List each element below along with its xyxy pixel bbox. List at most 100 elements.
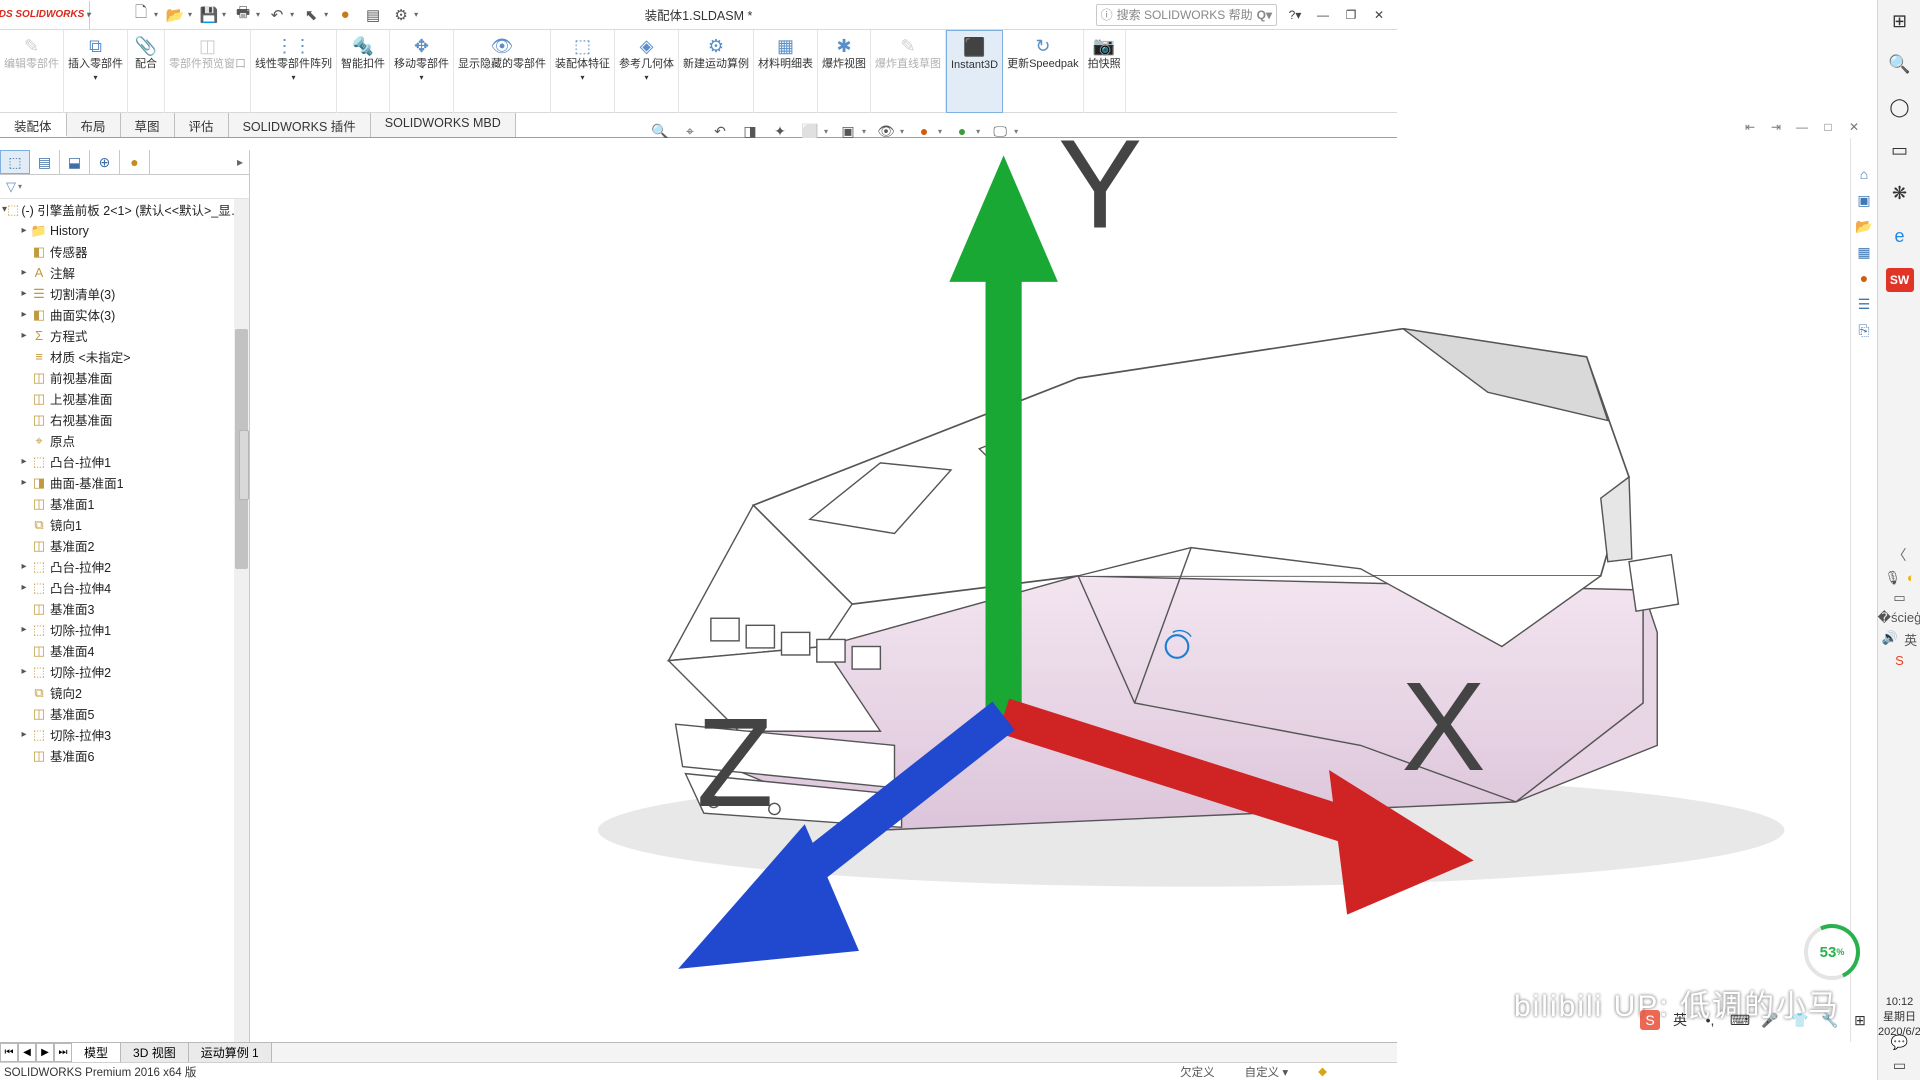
tree-item[interactable]: ◫前视基准面 [0,367,249,388]
doc-tab-motion[interactable]: 运动算例 1 [189,1043,272,1062]
print-icon[interactable]: 🖶 [232,4,254,26]
tray-wifi-icon[interactable]: �ścieģ [1878,610,1920,626]
tree-item[interactable]: ◫基准面6 [0,745,249,766]
ime-sogou-icon[interactable]: S [1640,1010,1660,1030]
tree-item[interactable]: ▸📁History [0,220,249,241]
fm-tab-tree[interactable]: ⬚ [0,150,30,174]
new-icon[interactable]: 🗋 [130,4,152,26]
ime-mic-icon[interactable]: 🎤 [1760,1010,1780,1030]
tab-nav-prev[interactable]: ◀ [18,1043,36,1062]
fm-tab-display[interactable]: ● [120,150,150,174]
tree-twisty[interactable]: ▸ [18,477,30,488]
tab-sketch[interactable]: 草图 [121,113,175,137]
tree-twisty[interactable]: ▸ [18,309,30,320]
ime-punct-icon[interactable]: •, [1700,1010,1720,1030]
tree-item[interactable]: ◫基准面3 [0,598,249,619]
tray-sogou-icon[interactable]: S [1895,653,1904,668]
tree-twisty[interactable]: ▸ [18,666,30,677]
feature-tree[interactable]: ▾ ⬚ (-) 引擎盖前板 2<1> (默认<<默认>_显… ^ ▸📁Histo… [0,199,250,1042]
action-center-icon[interactable]: ▭ [1893,1057,1906,1074]
tray-collapse[interactable]: 〈 [1878,545,1920,565]
splitter-grip[interactable] [239,430,249,500]
start-icon[interactable]: ⊞ [1878,0,1920,43]
tab-layout[interactable]: 布局 [67,113,121,137]
tree-twisty[interactable]: ▸ [18,729,30,740]
tree-item[interactable]: ◫上视基准面 [0,388,249,409]
feature-manager-filter[interactable]: ▽▾ [0,175,250,199]
doc-tab-3dview[interactable]: 3D 视图 [121,1043,189,1062]
tree-twisty[interactable]: ▸ [18,624,30,635]
tree-twisty[interactable]: ▸ [18,330,30,341]
tree-item[interactable]: ◧传感器 [0,241,249,262]
minimize-icon[interactable]: — [1313,5,1333,25]
tray-mic-icon[interactable]: 🎙 [1884,570,1901,586]
doc-tab-model[interactable]: 模型 [72,1043,121,1062]
tree-item[interactable]: ≡材质 <未指定> [0,346,249,367]
rebuild-icon[interactable]: ● [334,4,356,26]
tree-item[interactable]: ▸◨曲面-基准面1 [0,472,249,493]
tab-assembly[interactable]: 装配体 [0,113,67,137]
tree-twisty[interactable]: ▸ [18,288,30,299]
tree-item[interactable]: ▸⬚切除-拉伸3 [0,724,249,745]
tree-twisty[interactable]: ▸ [18,561,30,572]
timeline-icon[interactable]: ▭ [1878,129,1920,172]
edge-icon[interactable]: e [1878,215,1920,258]
file-explorer-icon[interactable]: 📂 [1854,216,1874,236]
help-search[interactable]: ⓘ 搜索 SOLIDWORKS 帮助 Q▾ [1096,4,1277,26]
tree-item[interactable]: ▸A注解 [0,262,249,283]
taskview-icon[interactable]: ◯ [1878,86,1920,129]
copilot-icon[interactable]: ❋ [1878,172,1920,215]
ime-grid-icon[interactable]: ⊞ [1850,1010,1870,1030]
tree-twisty[interactable]: ▸ [18,267,30,278]
tree-item[interactable]: ◫右视基准面 [0,409,249,430]
tree-root[interactable]: ▾ ⬚ (-) 引擎盖前板 2<1> (默认<<默认>_显… ^ [0,199,249,220]
tab-nav-next[interactable]: ▶ [36,1043,54,1062]
options-icon[interactable]: ▤ [362,4,384,26]
tree-item[interactable]: ▸◧曲面实体(3) [0,304,249,325]
tree-item[interactable]: ⧉镜向2 [0,682,249,703]
tree-item[interactable]: ▸⬚切除-拉伸2 [0,661,249,682]
tree-item[interactable]: ▸☰切割清单(3) [0,283,249,304]
custom-props-icon[interactable]: ☰ [1854,294,1874,314]
restore-icon[interactable]: ❐ [1341,5,1361,25]
fm-tab-dim[interactable]: ⊕ [90,150,120,174]
settings-icon[interactable]: ⚙ [390,4,412,26]
tray-battery-icon[interactable]: ▭ [1893,590,1905,606]
design-library-icon[interactable]: ▣ [1854,190,1874,210]
fm-tab-property[interactable]: ▤ [30,150,60,174]
tab-evaluate[interactable]: 评估 [175,113,229,137]
tab-nav-first[interactable]: ⏮ [0,1043,18,1062]
tray-sync-icon[interactable]: ◐ [1907,570,1915,586]
tree-item[interactable]: ▸⬚切除-拉伸1 [0,619,249,640]
appearances-icon[interactable]: ● [1854,268,1874,288]
ime-lang-icon[interactable]: 英 [1670,1010,1690,1030]
tree-item[interactable]: ▸Σ方程式 [0,325,249,346]
view-palette-icon[interactable]: ▦ [1854,242,1874,262]
tree-twisty[interactable]: ▸ [18,582,30,593]
ime-tool-icon[interactable]: 🔧 [1820,1010,1840,1030]
tree-item[interactable]: ▸⬚凸台-拉伸1 [0,451,249,472]
tray-ime-icon[interactable]: 英 [1904,630,1917,649]
tree-item[interactable]: ◫基准面1 [0,493,249,514]
tree-item[interactable]: ◫基准面5 [0,703,249,724]
undo-icon[interactable]: ↶ [266,4,288,26]
tree-item[interactable]: ◫基准面4 [0,640,249,661]
ribbon-insert-component[interactable]: ⧉插入零部件▾ [64,30,128,113]
ribbon-mate[interactable]: 📎配合 [128,30,165,113]
ime-keyboard-icon[interactable]: ⌨ [1730,1010,1750,1030]
solidworks-taskbar-icon[interactable]: SW [1878,258,1920,301]
tree-item[interactable]: ⌖原点 [0,430,249,451]
tree-item[interactable]: ⧉镜向1 [0,514,249,535]
tree-item[interactable]: ▸⬚凸台-拉伸4 [0,577,249,598]
status-flag-icon[interactable]: ◆ [1318,1064,1327,1080]
tree-twisty[interactable]: ▸ [18,225,30,236]
ime-skin-icon[interactable]: 👕 [1790,1010,1810,1030]
tab-nav-last[interactable]: ⏭ [54,1043,72,1062]
tree-twisty[interactable]: ▸ [18,456,30,467]
tree-item[interactable]: ▸⬚凸台-拉伸2 [0,556,249,577]
select-icon[interactable]: ⬉ [300,4,322,26]
search-taskbar-icon[interactable]: 🔍 [1878,43,1920,86]
close-icon[interactable]: ✕ [1369,5,1389,25]
tray-volume-icon[interactable]: 🔊 [1882,630,1898,649]
forum-icon[interactable]: ⎘ [1854,320,1874,340]
